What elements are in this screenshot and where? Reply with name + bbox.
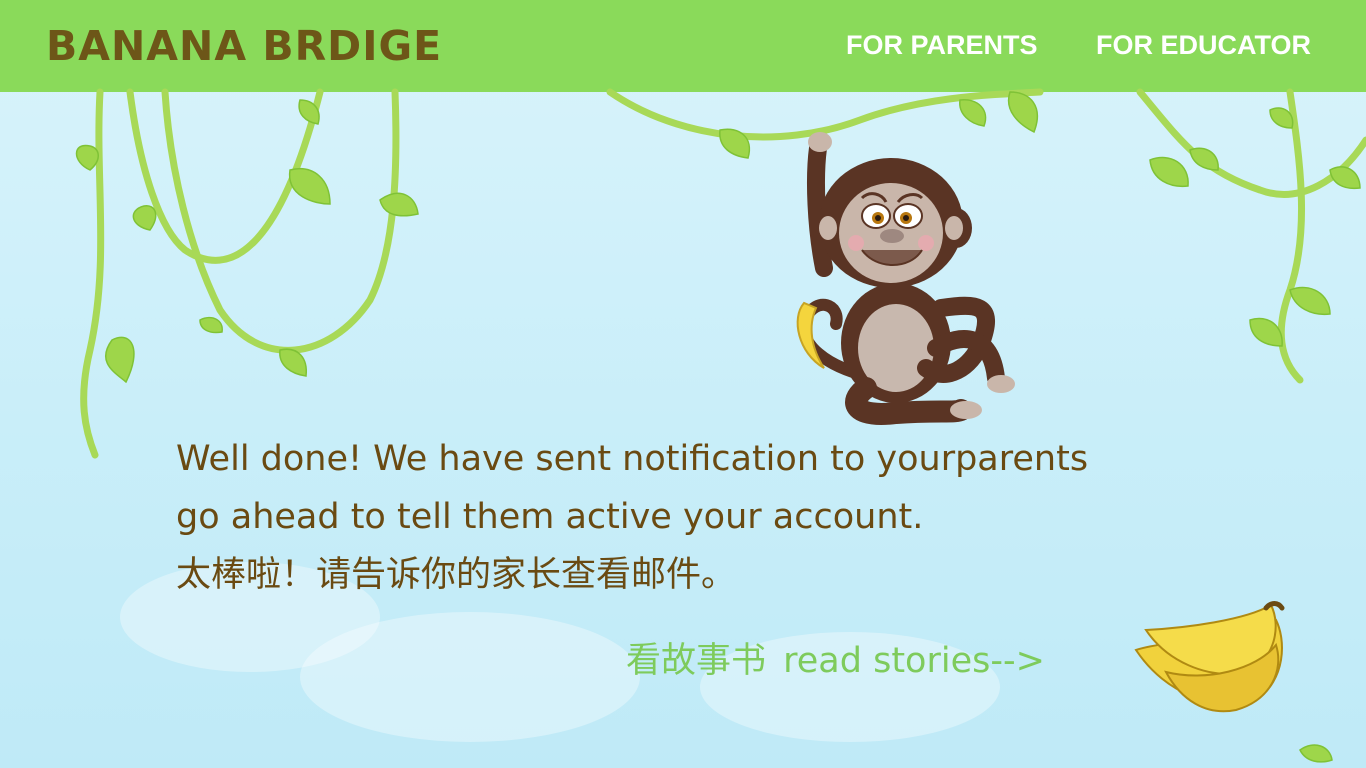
top-header: BANANA BRDIGE FOR PARENTS FOR EDUCATOR (0, 0, 1366, 92)
message-line-3: 太棒啦！请告诉你的家长查看邮件。 (176, 555, 737, 595)
message-line-2: go ahead to tell them active your accoun… (176, 497, 924, 537)
cloud (300, 612, 640, 742)
banana-bunch-icon[interactable] (1126, 600, 1296, 720)
read-stories-link[interactable]: 看故事书 read stories--> (626, 632, 1051, 682)
read-stories-label-cn: 看故事书 (626, 641, 767, 681)
nav-for-educator[interactable]: FOR EDUCATOR (1096, 30, 1311, 61)
read-stories-label-en: read stories--> (783, 641, 1045, 681)
message-line-1: Well done! We have sent notification to … (176, 439, 1089, 479)
nav-for-parents[interactable]: FOR PARENTS (846, 30, 1038, 61)
monkey-mascot (796, 132, 1015, 425)
success-message: Well done! We have sent notification to … (176, 430, 1296, 604)
site-logo[interactable]: BANANA BRDIGE (46, 22, 442, 70)
